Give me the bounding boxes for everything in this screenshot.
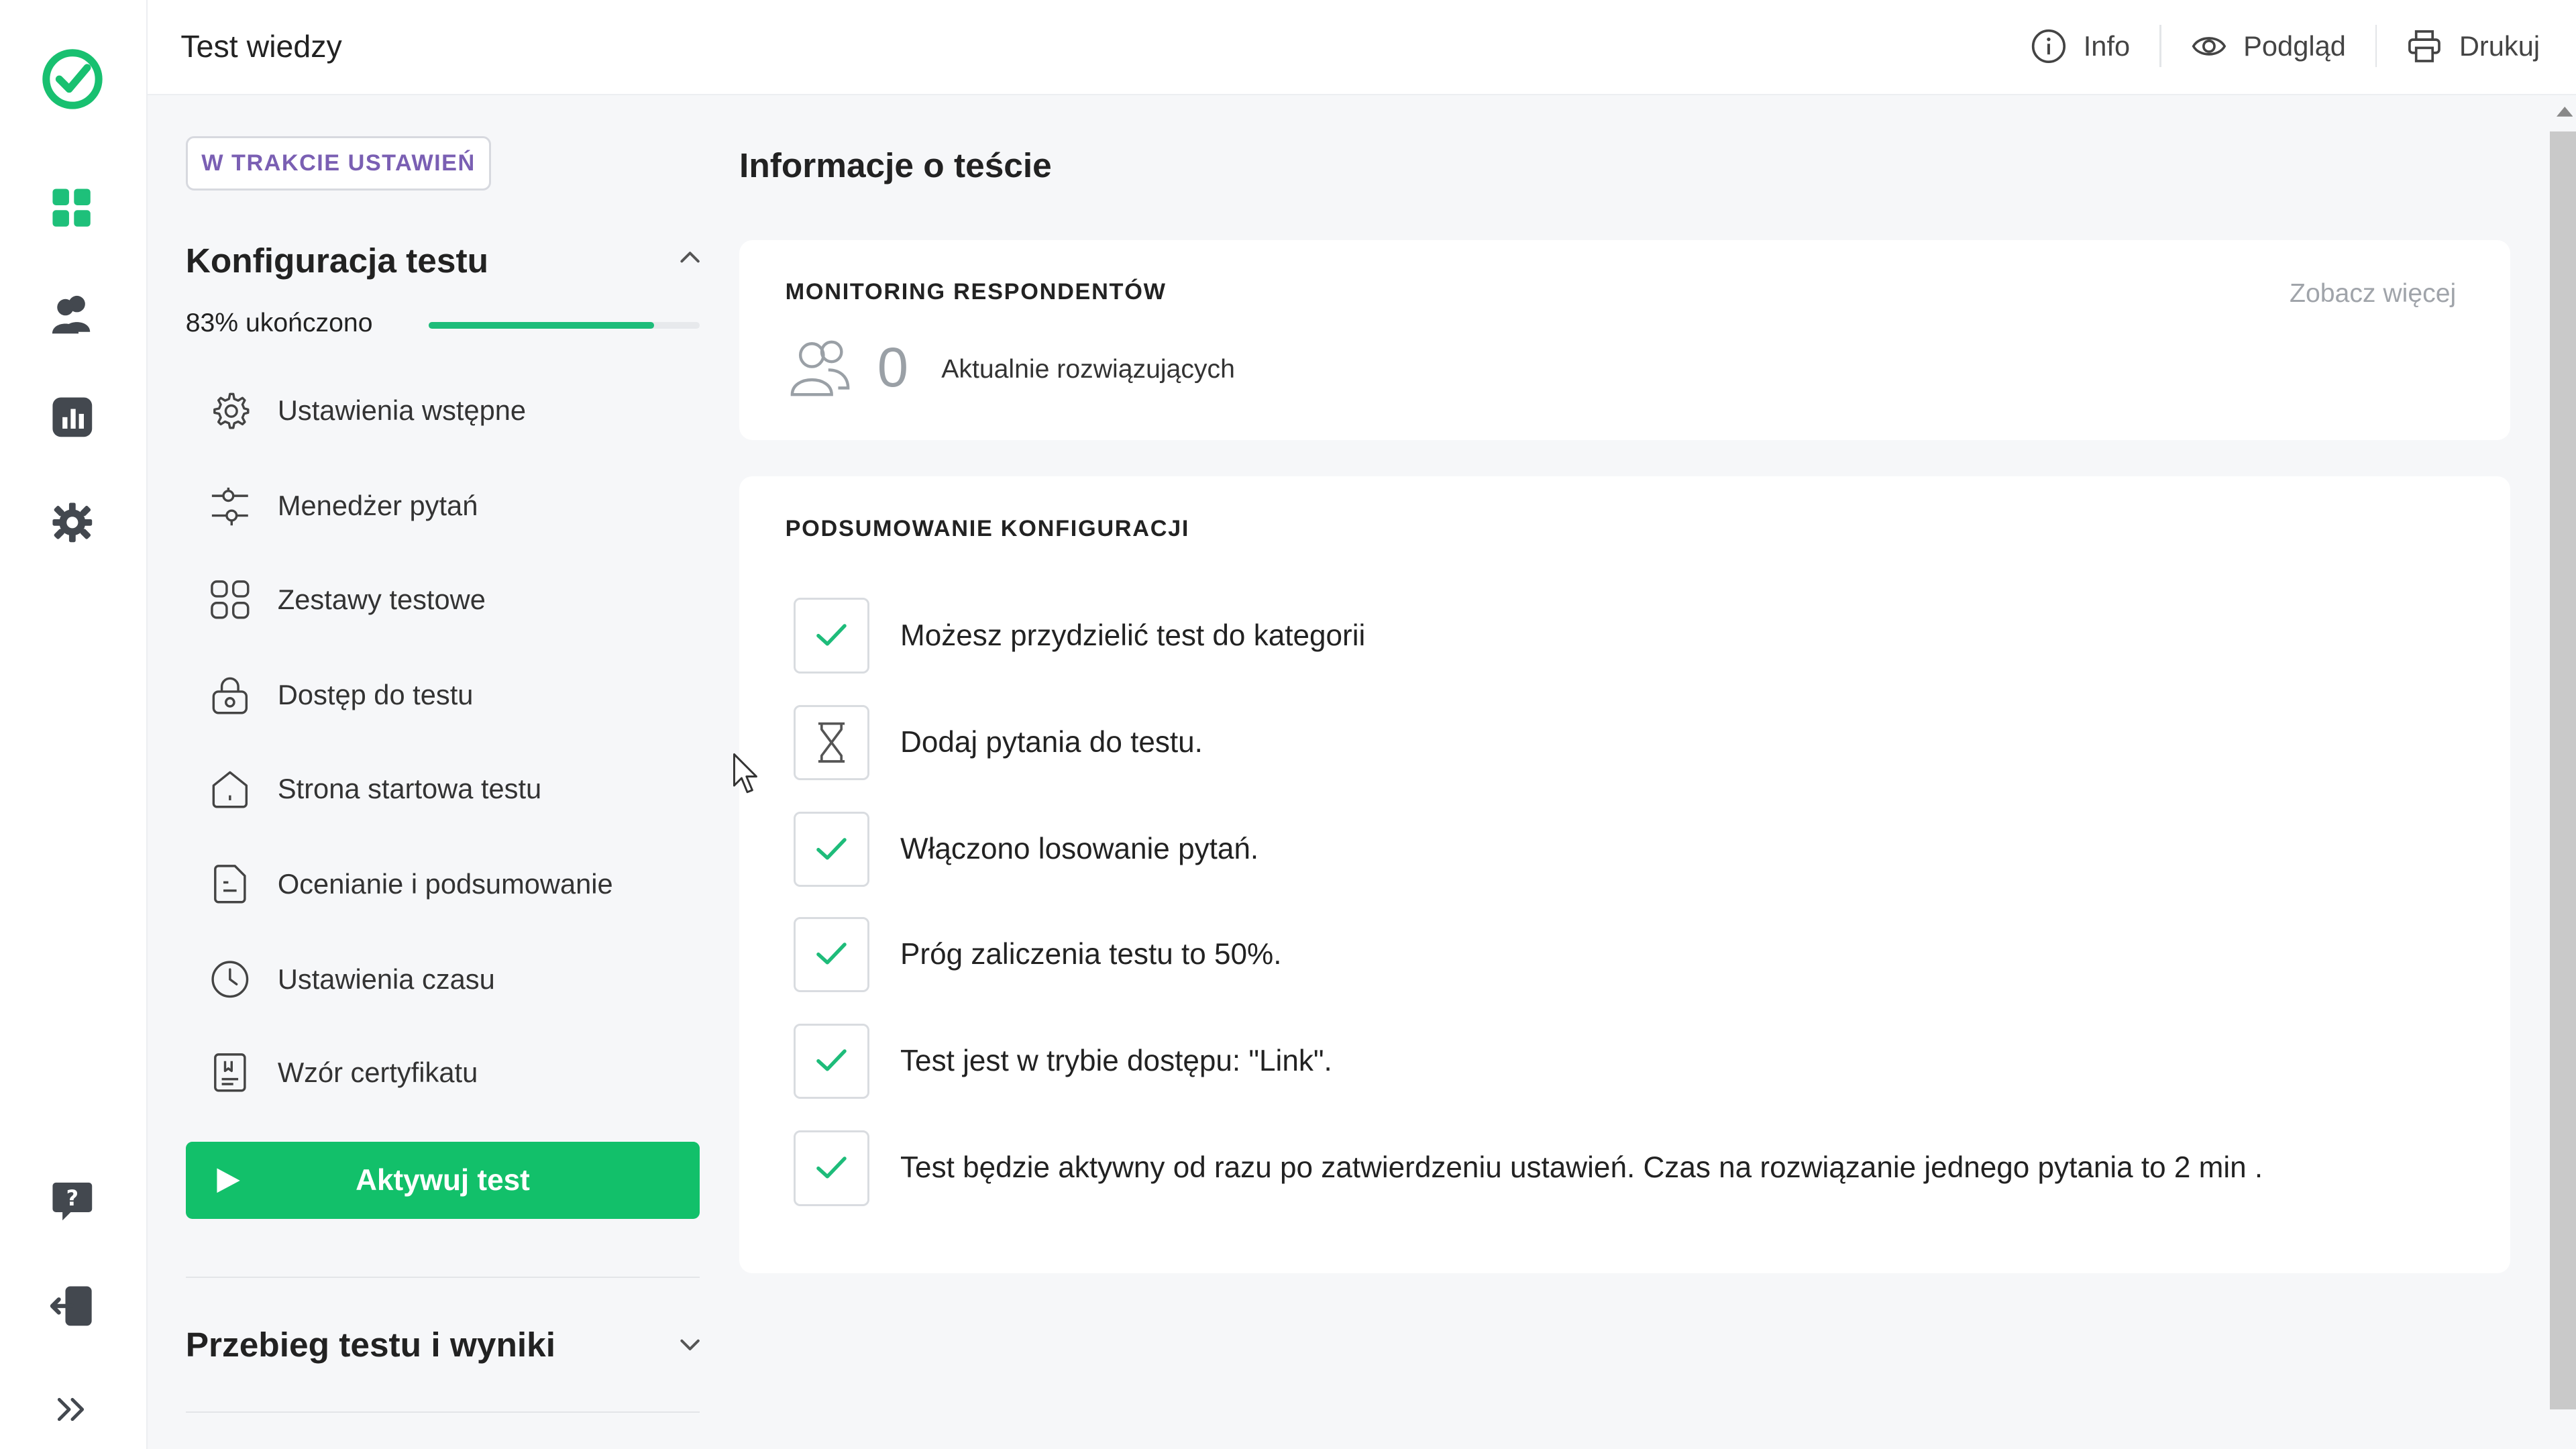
respondents-icon <box>790 340 849 396</box>
page-title: Test wiedzy <box>180 28 342 64</box>
menu-item-certificate[interactable]: Wzór certyfikatu <box>209 1043 478 1102</box>
dashboard-icon[interactable] <box>40 176 105 241</box>
chevron-up-icon[interactable] <box>677 245 703 271</box>
summary-item: Test jest w trybie dostępu: "Link". <box>793 1023 1332 1099</box>
section-divider <box>185 1411 700 1413</box>
progress-label: 83% ukończono <box>185 309 373 338</box>
summary-item: Dodaj pytania do testu. <box>793 704 1203 781</box>
preview-label: Podgląd <box>2243 30 2346 62</box>
section-divider <box>185 1276 700 1279</box>
summary-item-text: Test będzie aktywny od razu po zatwierdz… <box>900 1151 2263 1185</box>
app-rail: ? <box>0 0 148 1449</box>
info-label: Info <box>2083 30 2131 62</box>
check-icon <box>793 1130 869 1206</box>
respondents-label: Aktualnie rozwiązujących <box>941 354 1235 384</box>
users-icon[interactable] <box>40 281 105 347</box>
play-icon <box>217 1168 240 1193</box>
print-label: Drukuj <box>2459 30 2540 62</box>
menu-item-question-manager[interactable]: Menedżer pytań <box>209 476 478 535</box>
config-panel: W TRAKCIE USTAWIEŃ Konfiguracja testu 83… <box>148 95 737 1449</box>
monitoring-card: MONITORING RESPONDENTÓW Zobacz więcej 0 … <box>739 239 2511 441</box>
progress-fill <box>429 321 654 329</box>
help-icon[interactable]: ? <box>40 1168 105 1234</box>
settings-icon[interactable] <box>40 490 105 555</box>
header-actions: Info Podgląd Drukuj <box>2001 23 2540 69</box>
activate-test-label: Aktywuj test <box>356 1163 530 1197</box>
eye-icon <box>2192 36 2226 56</box>
see-more-link[interactable]: Zobacz więcej <box>2290 279 2456 309</box>
scroll-up-arrow-icon[interactable] <box>2556 107 2573 117</box>
summary-item-text: Test jest w trybie dostępu: "Link". <box>900 1044 1332 1078</box>
menu-item-label: Ocenianie i podsumowanie <box>277 867 613 900</box>
document-icon <box>209 863 252 906</box>
print-icon <box>2408 30 2441 62</box>
certificate-icon <box>209 1051 252 1094</box>
summary-item-text: Możesz przydzielić test do kategorii <box>900 619 1366 652</box>
sliders-icon <box>209 484 252 527</box>
grid-icon <box>209 578 252 621</box>
gear-icon <box>209 389 252 432</box>
check-icon <box>793 598 869 674</box>
mouse-cursor-icon <box>733 753 758 793</box>
summary-item: Próg zaliczenia testu to 50%. <box>793 916 1282 993</box>
menu-item-start-page[interactable]: Strona startowa testu <box>209 759 541 818</box>
summary-item-text: Próg zaliczenia testu to 50%. <box>900 937 1282 971</box>
logout-icon[interactable] <box>40 1273 105 1339</box>
menu-item-label: Wzór certyfikatu <box>277 1057 478 1089</box>
menu-item-label: Dostęp do testu <box>277 678 474 710</box>
summary-item: Test będzie aktywny od razu po zatwierdz… <box>793 1130 2263 1206</box>
hourglass-icon <box>793 704 869 781</box>
print-button[interactable]: Drukuj <box>2377 23 2540 69</box>
menu-item-label: Ustawienia czasu <box>277 963 495 995</box>
clock-icon <box>209 958 252 1001</box>
chevron-down-icon[interactable] <box>677 1331 703 1357</box>
svg-text:?: ? <box>66 1186 78 1212</box>
menu-item-test-access[interactable]: Dostęp do testu <box>209 665 473 724</box>
summary-item: Możesz przydzielić test do kategorii <box>793 598 1366 674</box>
summary-item: Włączono losowanie pytań. <box>793 811 1259 888</box>
top-bar: Test wiedzy Info Podgląd Drukuj <box>148 0 2576 95</box>
home-icon <box>209 767 252 810</box>
expand-icon[interactable] <box>40 1377 105 1442</box>
summary-heading: PODSUMOWANIE KONFIGURACJI <box>785 515 1190 541</box>
info-icon <box>2032 29 2066 63</box>
menu-item-time-settings[interactable]: Ustawienia czasu <box>209 950 495 1009</box>
info-button[interactable]: Info <box>2001 23 2159 69</box>
menu-item-label: Strona startowa testu <box>277 772 542 804</box>
logo-check-icon[interactable] <box>40 46 105 112</box>
lock-icon <box>209 674 252 716</box>
scrollbar-thumb[interactable] <box>2549 131 2576 1410</box>
summary-item-text: Dodaj pytania do testu. <box>900 725 1203 759</box>
menu-item-grading[interactable]: Ocenianie i podsumowanie <box>209 854 613 913</box>
check-icon <box>793 1023 869 1099</box>
check-icon <box>793 811 869 888</box>
preview-button[interactable]: Podgląd <box>2161 23 2375 69</box>
progress-bar <box>429 321 700 329</box>
menu-item-initial-settings[interactable]: Ustawienia wstępne <box>209 381 526 440</box>
menu-item-label: Zestawy testowe <box>277 583 486 615</box>
summary-item-text: Włączono losowanie pytań. <box>900 833 1259 866</box>
menu-item-label: Ustawienia wstępne <box>277 394 527 427</box>
results-section-title[interactable]: Przebieg testu i wyniki <box>186 1324 555 1364</box>
menu-item-label: Menedżer pytań <box>277 490 478 522</box>
status-badge: W TRAKCIE USTAWIEŃ <box>185 136 492 191</box>
monitoring-heading: MONITORING RESPONDENTÓW <box>785 279 1167 305</box>
stats-icon[interactable] <box>40 384 105 450</box>
menu-item-test-sets[interactable]: Zestawy testowe <box>209 570 486 629</box>
respondents-count: 0 <box>877 335 909 398</box>
summary-card: PODSUMOWANIE KONFIGURACJI Możesz przydzi… <box>739 476 2511 1273</box>
check-icon <box>793 916 869 993</box>
main-title: Informacje o teście <box>739 145 1052 184</box>
activate-test-button[interactable]: Aktywuj test <box>185 1142 700 1220</box>
config-section-title[interactable]: Konfiguracja testu <box>186 240 488 280</box>
